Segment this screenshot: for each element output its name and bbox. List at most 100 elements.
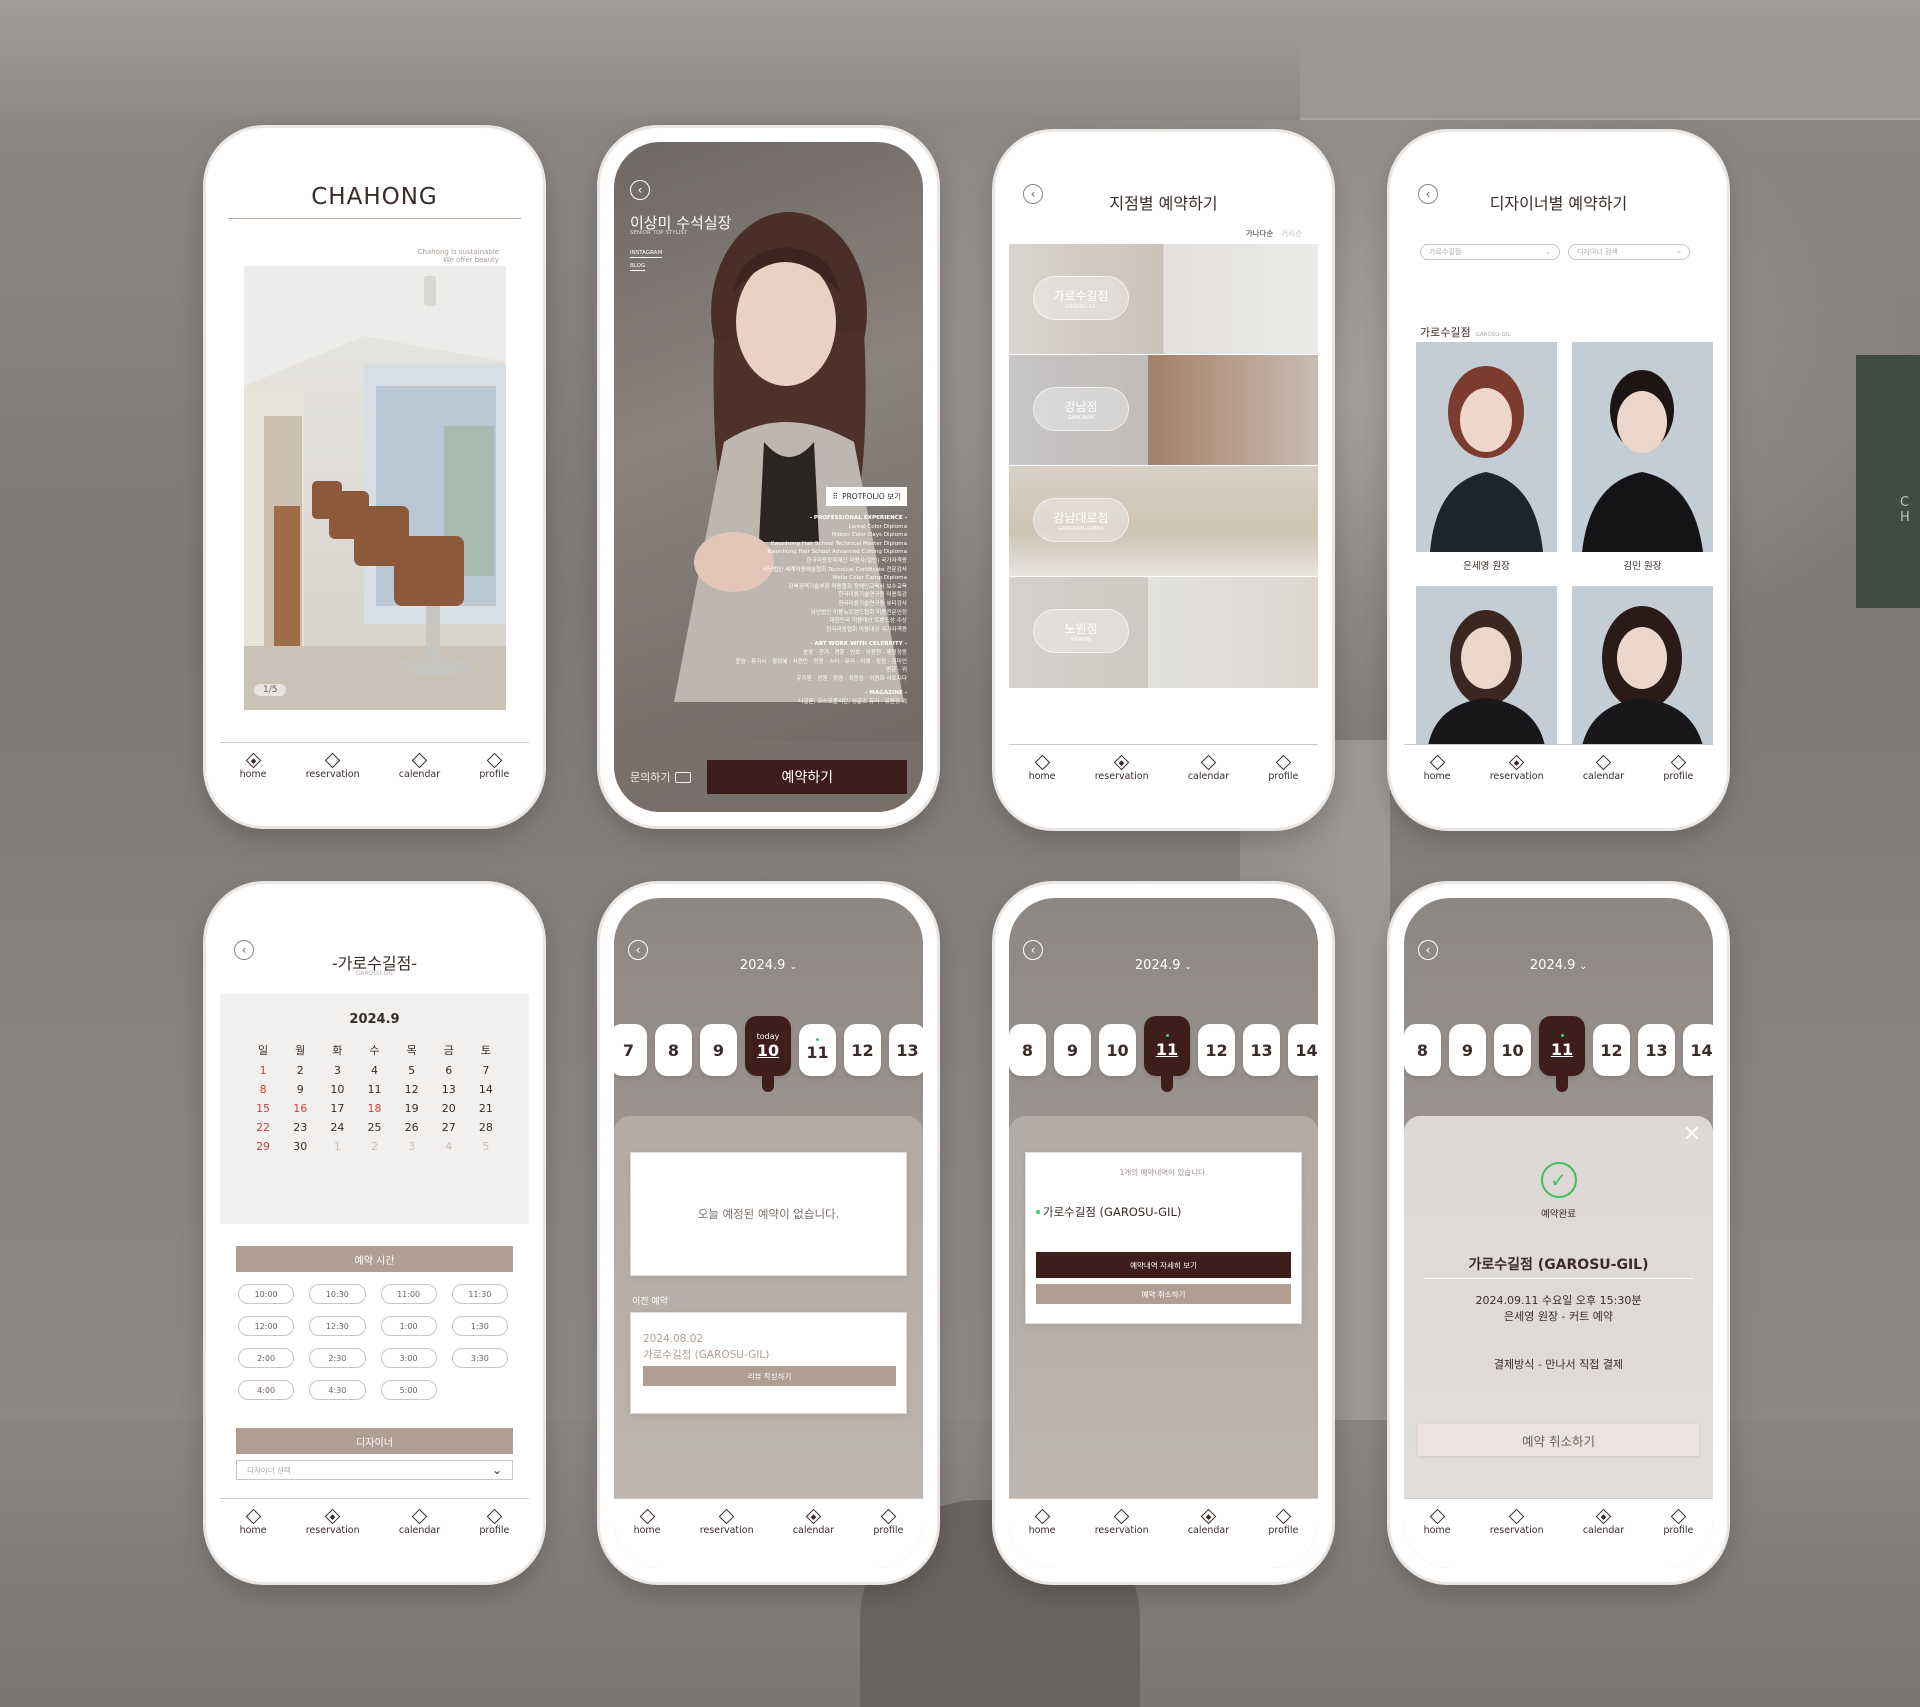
date-chip[interactable]: 9 xyxy=(1449,1024,1486,1076)
nav-calendar[interactable]: calendar xyxy=(1188,754,1229,782)
time-slot[interactable]: 1:00 xyxy=(380,1316,437,1336)
calendar-day[interactable]: 26 xyxy=(393,1118,430,1137)
designer-card[interactable]: 은세영 원장 xyxy=(1416,342,1557,572)
nav-profile[interactable]: profile xyxy=(479,1508,509,1536)
calendar-day[interactable]: 20 xyxy=(430,1099,467,1118)
calendar-day[interactable]: 15 xyxy=(245,1099,282,1118)
designer-dropdown[interactable]: 디자이너 선택 ⌄ xyxy=(236,1460,513,1480)
hero-image[interactable]: 1/5 xyxy=(244,266,506,710)
time-slot[interactable]: 11:30 xyxy=(451,1284,508,1304)
calendar-day[interactable]: 4 xyxy=(430,1137,467,1156)
date-chip-selected[interactable]: today 10 xyxy=(745,1016,791,1092)
sort-alphabet[interactable]: 가나다순 xyxy=(1246,228,1274,239)
calendar-day[interactable]: 9 xyxy=(282,1080,319,1099)
calendar-day[interactable]: 1 xyxy=(319,1137,356,1156)
date-chip[interactable]: 14 xyxy=(1288,1024,1318,1076)
date-chip[interactable]: 7 xyxy=(614,1024,647,1076)
review-button[interactable]: 리뷰 작성하기 xyxy=(643,1366,896,1386)
nav-reservation[interactable]: reservation xyxy=(1490,754,1544,782)
time-slot[interactable]: 2:00 xyxy=(238,1348,295,1368)
date-chip[interactable]: 10 xyxy=(1494,1024,1531,1076)
month-picker[interactable]: 2024.9 ⌄ xyxy=(1404,958,1713,973)
calendar-day[interactable]: 21 xyxy=(467,1099,504,1118)
branch-item[interactable]: 강남점 GANGNAM xyxy=(1009,355,1318,466)
calendar-day[interactable]: 14 xyxy=(467,1080,504,1099)
cancel-booking-button[interactable]: 예약 취소하기 xyxy=(1036,1284,1291,1304)
nav-calendar[interactable]: calendar xyxy=(399,752,440,780)
close-icon[interactable]: ✕ xyxy=(1683,1124,1701,1146)
nav-profile[interactable]: profile xyxy=(873,1508,903,1536)
time-slot[interactable]: 12:30 xyxy=(309,1316,366,1336)
nav-profile[interactable]: profile xyxy=(1268,1508,1298,1536)
designer-card[interactable] xyxy=(1572,586,1713,746)
time-slot[interactable]: 10:00 xyxy=(238,1284,295,1304)
calendar-day[interactable]: 25 xyxy=(356,1118,393,1137)
date-chip-selected[interactable]: 11 xyxy=(1144,1016,1190,1092)
date-chip[interactable]: 9 xyxy=(1054,1024,1091,1076)
back-button[interactable]: ‹ xyxy=(1418,940,1438,960)
time-slot[interactable]: 3:00 xyxy=(380,1348,437,1368)
instagram-link[interactable]: INSTAGRAM xyxy=(630,250,663,258)
month-picker[interactable]: 2024.9 ⌄ xyxy=(1009,958,1318,973)
date-chip[interactable]: 11 xyxy=(799,1024,836,1076)
time-slot[interactable]: 12:00 xyxy=(238,1316,295,1336)
date-chip-selected[interactable]: 11 xyxy=(1539,1016,1585,1092)
nav-home[interactable]: home xyxy=(1424,754,1451,782)
designer-search[interactable]: 디자이너 검색 ⌕ xyxy=(1568,244,1690,260)
time-slot[interactable]: 5:00 xyxy=(380,1380,437,1400)
date-chip[interactable]: 12 xyxy=(1198,1024,1235,1076)
calendar-day[interactable]: 2 xyxy=(356,1137,393,1156)
calendar-day[interactable]: 30 xyxy=(282,1137,319,1156)
nav-home[interactable]: home xyxy=(634,1508,661,1536)
designer-card[interactable] xyxy=(1416,586,1557,746)
blog-link[interactable]: BLOG xyxy=(630,263,646,271)
date-chip[interactable]: 13 xyxy=(889,1024,923,1076)
branch-select[interactable]: 가로수길점 ⌄ xyxy=(1420,244,1560,260)
nav-home[interactable]: home xyxy=(240,1508,267,1536)
back-button[interactable]: ‹ xyxy=(630,180,650,200)
cancel-booking-button[interactable]: 예약 취소하기 xyxy=(1418,1424,1699,1456)
calendar-day[interactable]: 1 xyxy=(245,1061,282,1080)
calendar-day[interactable]: 5 xyxy=(393,1061,430,1080)
calendar-day[interactable]: 23 xyxy=(282,1118,319,1137)
calendar-day[interactable]: 29 xyxy=(245,1137,282,1156)
nav-calendar[interactable]: calendar xyxy=(793,1508,834,1536)
date-chip[interactable]: 8 xyxy=(1009,1024,1046,1076)
date-chip[interactable]: 12 xyxy=(1593,1024,1630,1076)
calendar-day[interactable]: 3 xyxy=(319,1061,356,1080)
calendar-day[interactable]: 27 xyxy=(430,1118,467,1137)
date-chip[interactable]: 13 xyxy=(1243,1024,1280,1076)
nav-home[interactable]: home xyxy=(1029,754,1056,782)
calendar-day[interactable]: 18 xyxy=(356,1099,393,1118)
calendar-day[interactable]: 22 xyxy=(245,1118,282,1137)
calendar-day[interactable]: 19 xyxy=(393,1099,430,1118)
nav-calendar[interactable]: calendar xyxy=(1583,1508,1624,1536)
time-slot[interactable]: 2:30 xyxy=(309,1348,366,1368)
nav-reservation[interactable]: reservation xyxy=(1095,1508,1149,1536)
back-button[interactable]: ‹ xyxy=(1023,940,1043,960)
portfolio-button[interactable]: ⠿ PROTFOLIO 보기 xyxy=(826,487,907,506)
calendar-day[interactable]: 11 xyxy=(356,1080,393,1099)
calendar-day[interactable]: 10 xyxy=(319,1080,356,1099)
nav-reservation[interactable]: reservation xyxy=(700,1508,754,1536)
nav-home[interactable]: home xyxy=(240,752,267,780)
time-slot[interactable]: 1:30 xyxy=(451,1316,508,1336)
calendar-day[interactable]: 7 xyxy=(467,1061,504,1080)
calendar-day[interactable]: 16 xyxy=(282,1099,319,1118)
nav-reservation[interactable]: reservation xyxy=(1095,754,1149,782)
date-chip[interactable]: 8 xyxy=(1404,1024,1441,1076)
nav-reservation[interactable]: reservation xyxy=(1490,1508,1544,1536)
nav-reservation[interactable]: reservation xyxy=(306,1508,360,1536)
nav-reservation[interactable]: reservation xyxy=(306,752,360,780)
date-chip[interactable]: 10 xyxy=(1099,1024,1136,1076)
designer-card[interactable]: 김민 원장 xyxy=(1572,342,1713,572)
nav-profile[interactable]: profile xyxy=(479,752,509,780)
calendar-day[interactable]: 4 xyxy=(356,1061,393,1080)
time-slot[interactable]: 3:30 xyxy=(451,1348,508,1368)
nav-profile[interactable]: profile xyxy=(1663,1508,1693,1536)
calendar-day[interactable]: 12 xyxy=(393,1080,430,1099)
calendar-day[interactable]: 8 xyxy=(245,1080,282,1099)
reserve-button[interactable]: 예약하기 xyxy=(707,760,907,794)
nav-calendar[interactable]: calendar xyxy=(399,1508,440,1536)
nav-profile[interactable]: profile xyxy=(1268,754,1298,782)
